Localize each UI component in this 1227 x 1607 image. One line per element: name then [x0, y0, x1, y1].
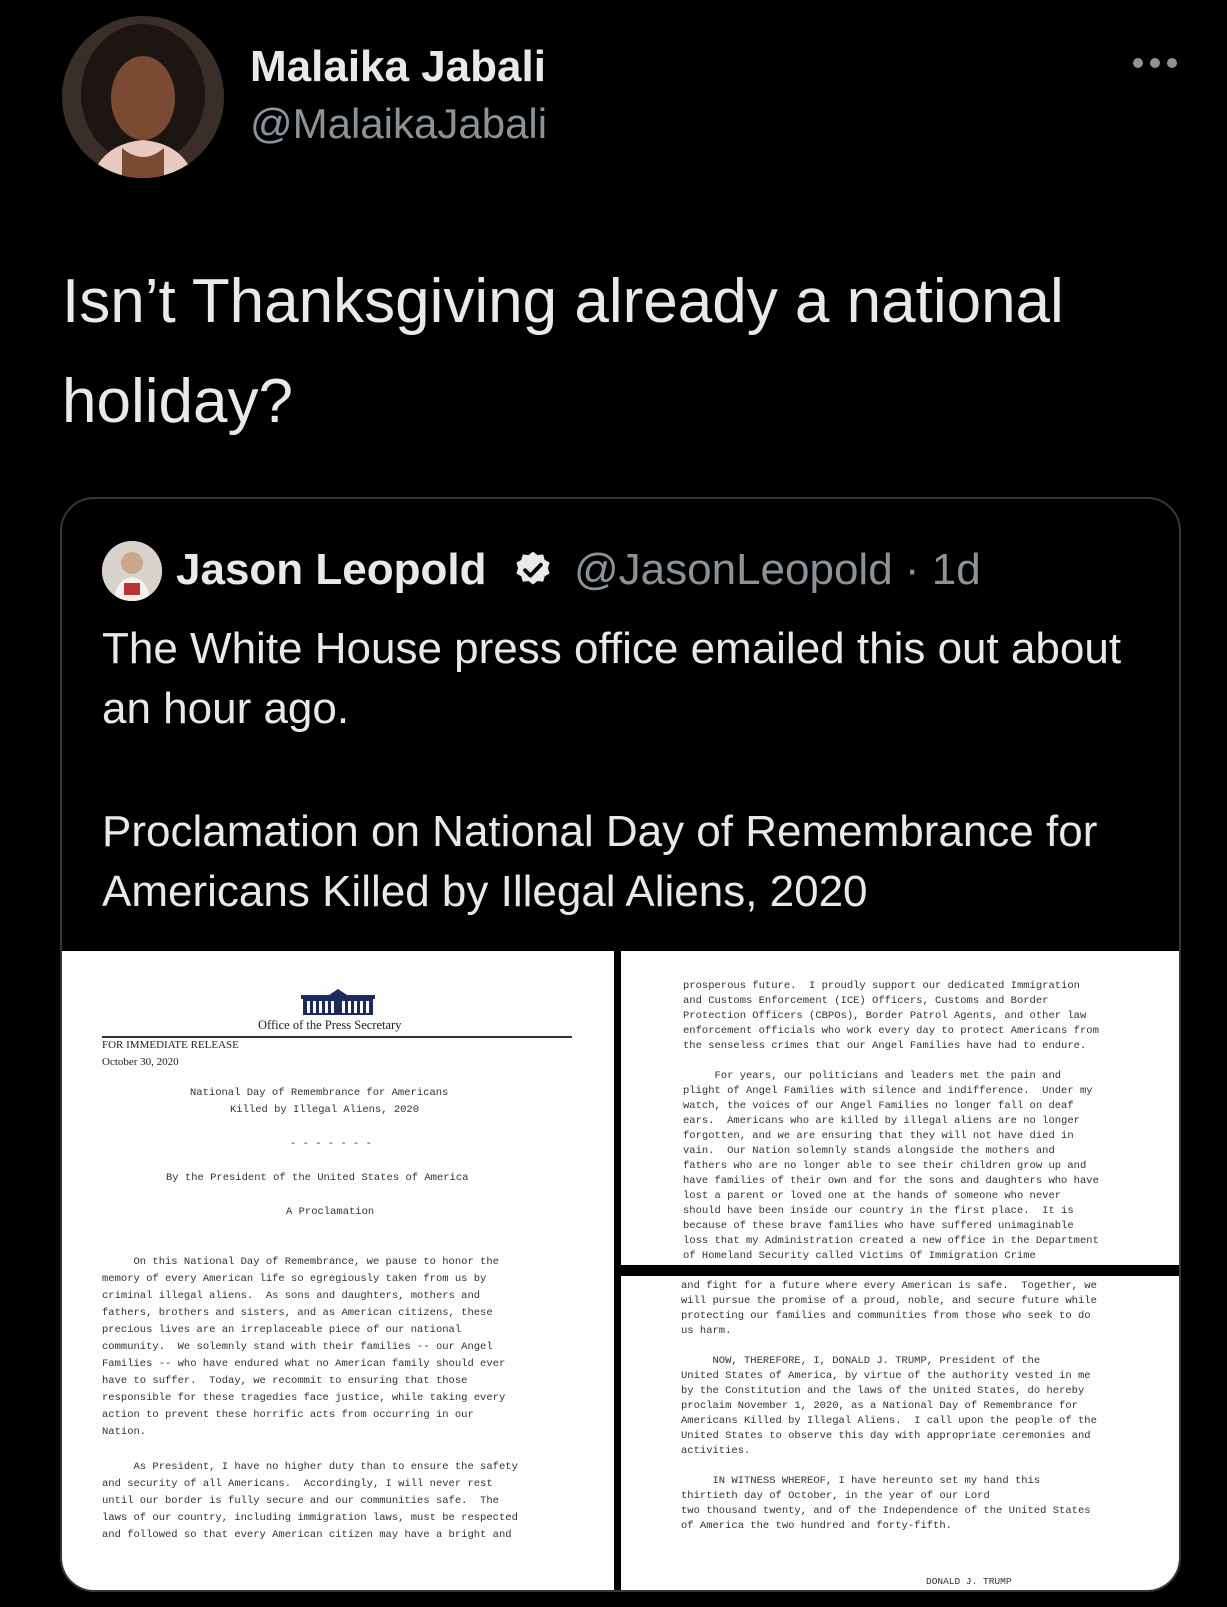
release-date: October 30, 2020 — [102, 1056, 179, 1068]
doc1-line: Families -- who have endured what no Ame… — [102, 1358, 506, 1370]
by-line: By the President of the United States of… — [166, 1172, 469, 1184]
title-divider: - - - - - - - — [290, 1138, 372, 1150]
author-avatar[interactable] — [62, 16, 224, 178]
document-page-1[interactable]: Office of the Press Secretary FOR IMMEDI… — [62, 951, 614, 1590]
document-page-2[interactable]: prosperous future. I proudly support our… — [621, 951, 1179, 1265]
doc3-line: activities. — [681, 1445, 751, 1457]
doc1-line: memory of every American life so egregio… — [102, 1273, 487, 1285]
doc1-line: fathers, brothers and sisters, and as Am… — [102, 1307, 493, 1319]
doc1-line: until our border is fully secure and our… — [102, 1495, 499, 1507]
quoted-tweet[interactable]: Jason Leopold @JasonLeopold · 1d The Whi… — [60, 497, 1181, 1592]
white-house-logo-icon — [301, 989, 375, 1015]
doc1-line: have to suffer. Today, we recommit to en… — [102, 1375, 468, 1387]
doc3-line: of America the two hundred and forty-fif… — [681, 1520, 952, 1532]
doc1-line: On this National Day of Remembrance, we … — [102, 1256, 499, 1268]
quoted-avatar-photo — [102, 541, 162, 601]
doc1-line: criminal illegal aliens. As sons and dau… — [102, 1290, 481, 1302]
proclamation-label: A Proclamation — [286, 1206, 375, 1218]
doc1-line: community. We solemnly stand with their … — [102, 1341, 493, 1353]
author-name[interactable]: Malaika Jabali — [250, 42, 546, 92]
quoted-media[interactable]: Office of the Press Secretary FOR IMMEDI… — [62, 951, 1179, 1590]
proclamation-title-1: National Day of Remembrance for American… — [190, 1087, 449, 1099]
more-options-icon[interactable] — [1133, 58, 1183, 72]
author-handle[interactable]: @MalaikaJabali — [250, 100, 547, 148]
doc1-line: Nation. — [102, 1426, 147, 1438]
proclamation-title-2: Killed by Illegal Aliens, 2020 — [230, 1104, 420, 1116]
quoted-text-line2: Proclamation on National Day of Remembra… — [102, 807, 1098, 916]
doc1-line: responsible for these tragedies face jus… — [102, 1392, 506, 1404]
doc1-line: laws of our country, including immigrati… — [102, 1512, 518, 1524]
verified-badge-icon — [516, 551, 550, 585]
signature-name: DONALD J. TRUMP — [926, 1576, 1012, 1587]
quoted-text-line1: The White House press office emailed thi… — [102, 624, 1122, 733]
doc1-line: precious lives are an irreplaceable piec… — [102, 1324, 462, 1336]
document-page-3[interactable]: and fight for a future where every Ameri… — [621, 1276, 1179, 1590]
release-label: FOR IMMEDIATE RELEASE — [102, 1039, 239, 1051]
doc1-line: and followed so that every American citi… — [102, 1529, 512, 1541]
quoted-author-name[interactable]: Jason Leopold — [176, 545, 486, 595]
doc3-line: protecting our families and communities … — [681, 1310, 1091, 1322]
doc2-line: the senseless crimes that our Angel Fami… — [683, 1040, 1087, 1052]
doc1-line: and security of all Americans. According… — [102, 1478, 493, 1490]
doc2-line: of Homeland Security called Victims Of I… — [683, 1250, 1036, 1262]
quoted-author-handle[interactable]: @JasonLeopold · 1d — [574, 545, 981, 595]
doc1-line: As President, I have no higher duty than… — [102, 1461, 518, 1473]
press-office-heading: Office of the Press Secretary — [258, 1018, 402, 1032]
quoted-author-avatar[interactable] — [102, 541, 162, 601]
doc1-line: action to prevent these horrific acts fr… — [102, 1409, 474, 1421]
tweet-text: Isn’t Thanksgiving already a national ho… — [62, 267, 1064, 436]
doc3-line: us harm. — [681, 1325, 732, 1337]
avatar-photo — [62, 16, 224, 178]
